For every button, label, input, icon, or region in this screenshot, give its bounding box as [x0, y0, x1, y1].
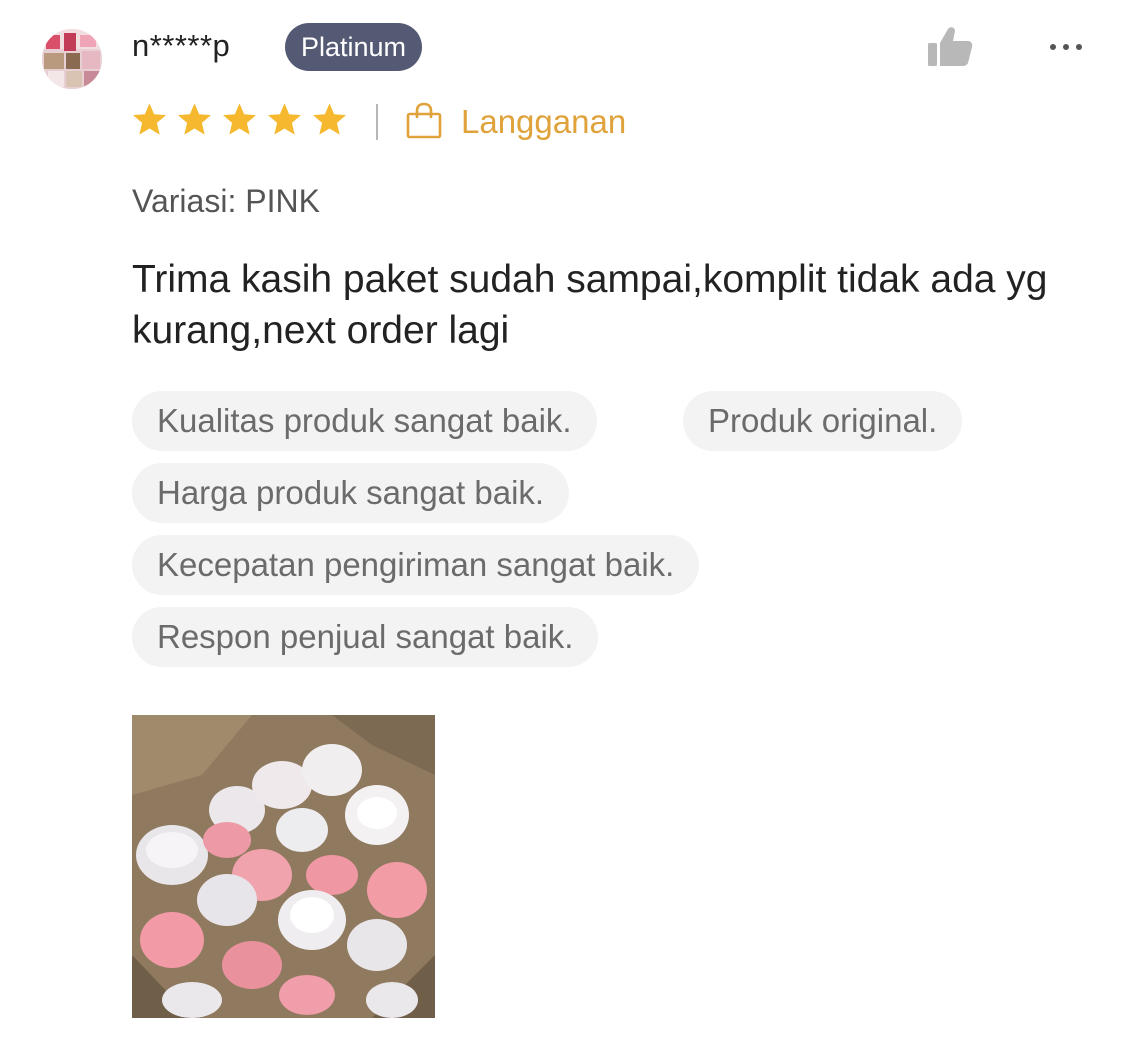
- review-tag: Kecepatan pengiriman sangat baik.: [132, 535, 700, 595]
- review-tag: Kualitas produk sangat baik.: [132, 391, 597, 451]
- star-icon: [313, 103, 346, 135]
- avatar[interactable]: [42, 29, 102, 89]
- review-tag: Respon penjual sangat baik.: [132, 607, 599, 667]
- thumbs-up-icon[interactable]: [926, 26, 974, 68]
- review-comment: Trima kasih paket sudah sampai,komplit t…: [132, 258, 1048, 352]
- review-photo[interactable]: [132, 715, 435, 1018]
- star-icon: [268, 103, 301, 135]
- shopping-bag-icon: [405, 102, 443, 140]
- star-icon: [178, 103, 211, 135]
- more-options-icon[interactable]: [1048, 36, 1084, 58]
- reviewer-name: n*****p: [132, 28, 231, 63]
- product-variation: Variasi: PINK: [132, 183, 320, 219]
- subscription-label: Langganan: [461, 103, 627, 140]
- rating-divider: [376, 104, 378, 140]
- star-rating: [131, 101, 348, 145]
- star-icon: [223, 103, 256, 135]
- tier-badge: Platinum: [285, 23, 423, 71]
- review-tag: Harga produk sangat baik.: [132, 463, 570, 523]
- star-icon: [133, 103, 166, 135]
- review-tag: Produk original.: [683, 391, 963, 451]
